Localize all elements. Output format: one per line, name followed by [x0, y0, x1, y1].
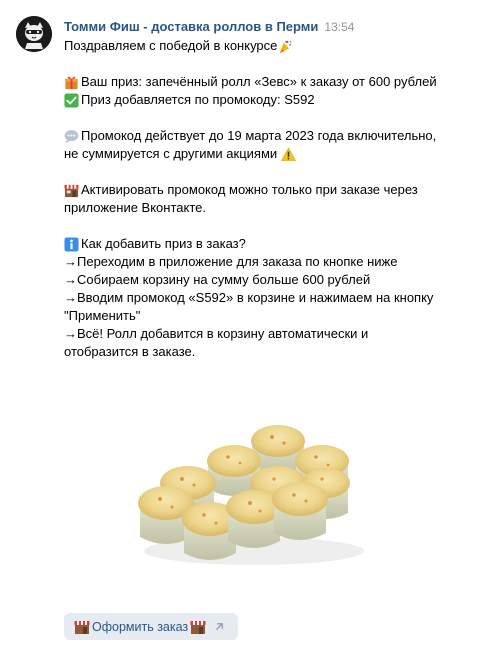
text-line-content: Активировать промокод можно только при з…: [81, 182, 418, 197]
text-line-content: →Переходим в приложение для заказа по кн…: [64, 254, 398, 269]
text-line-content: →Всё! Ролл добавится в корзину автоматич…: [64, 326, 369, 341]
gift-icon: [64, 76, 79, 89]
text-line-content: "Применить": [64, 308, 141, 323]
text-line: Как добавить приз в заказ?: [64, 235, 464, 253]
avatar[interactable]: [16, 16, 52, 52]
shop-icon: [64, 184, 79, 197]
text-line-content: Как добавить приз в заказ?: [81, 236, 246, 251]
shop-icon: [74, 620, 90, 634]
text-line: →Всё! Ролл добавится в корзину автоматич…: [64, 325, 464, 343]
text-line: →Вводим промокод «S592» в корзине и нажи…: [64, 289, 464, 307]
post-photo-sushi-roll[interactable]: [64, 373, 410, 608]
text-line-content: приложение Вконтакте.: [64, 200, 206, 215]
order-button[interactable]: Оформить заказ: [64, 613, 238, 640]
text-line: Поздравляем с победой в конкурсе: [64, 37, 464, 55]
message-header: Томми Фиш - доставка роллов в Перми 13:54: [64, 19, 354, 37]
text-line: "Применить": [64, 307, 464, 325]
text-line-content: →Вводим промокод «S592» в корзине и нажи…: [64, 290, 434, 305]
order-button-label: Оформить заказ: [92, 619, 189, 634]
text-line: не суммируется с другими акциями: [64, 145, 464, 163]
text-line-content: не суммируется с другими акциями: [64, 146, 278, 161]
text-line: →Переходим в приложение для заказа по кн…: [64, 253, 464, 271]
text-line: →Собираем корзину на сумму больше 600 ру…: [64, 271, 464, 289]
party-popper-icon: [280, 40, 292, 53]
text-line-content: Ваш приз: запечённый ролл «Зевс» к заказ…: [81, 74, 437, 89]
speech-bubble-icon: [64, 129, 79, 143]
text-line: отобразится в заказе.: [64, 343, 464, 361]
sushi-roll-image: [138, 425, 364, 565]
text-line-content: Промокод действует до 19 марта 2023 года…: [81, 128, 437, 143]
text-line: Ваш приз: запечённый ролл «Зевс» к заказ…: [64, 73, 464, 91]
text-line: Промокод действует до 19 марта 2023 года…: [64, 127, 464, 145]
text-line: Приз добавляется по промокоду: S592: [64, 91, 464, 109]
text-line: приложение Вконтакте.: [64, 199, 464, 217]
text-line: Активировать промокод можно только при з…: [64, 181, 464, 199]
text-line-content: Поздравляем с победой в конкурсе: [64, 38, 278, 53]
external-link-arrow-icon: [216, 623, 224, 630]
warning-icon: [281, 146, 297, 161]
text-line-content: Приз добавляется по промокоду: S592: [81, 92, 315, 107]
message-text: Поздравляем с победой в конкурсе Ваш при…: [64, 37, 464, 361]
text-line-content: отобразится в заказе.: [64, 344, 196, 359]
message-time[interactable]: 13:54: [324, 20, 354, 34]
message: Томми Фиш - доставка роллов в Перми 13:54…: [0, 0, 491, 645]
check-mark-icon: [64, 92, 79, 108]
shop-icon: [190, 620, 206, 634]
author-name[interactable]: Томми Фиш - доставка роллов в Перми: [64, 19, 318, 34]
text-line-content: →Собираем корзину на сумму больше 600 ру…: [64, 272, 371, 287]
cat-logo-icon: [16, 16, 52, 52]
info-icon: [64, 236, 79, 252]
